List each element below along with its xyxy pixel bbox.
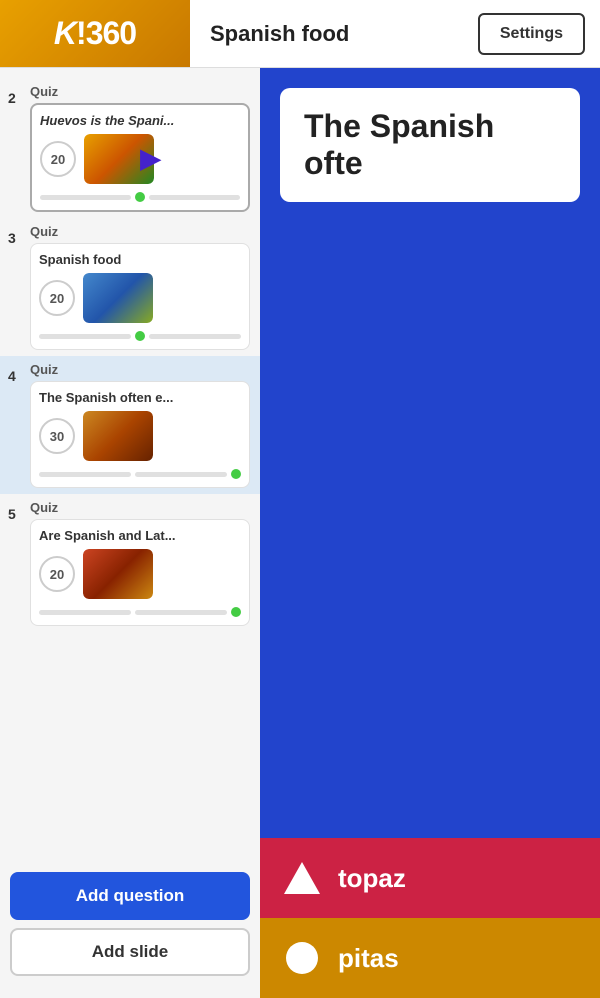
item-type-4: Quiz (30, 362, 250, 377)
item-number-2: 2 (8, 90, 16, 106)
progress-dot-4 (231, 469, 241, 479)
progress-dot-3 (135, 331, 145, 341)
quiz-card-4[interactable]: The Spanish often e... 30 (30, 381, 250, 488)
quiz-title-4: The Spanish often e... (39, 390, 241, 405)
quiz-title-5: Are Spanish and Lat... (39, 528, 241, 543)
quiz-title-3: Spanish food (39, 252, 241, 267)
quiz-body-2: 20 ▶ (40, 134, 240, 184)
quiz-body-3: 20 (39, 273, 241, 323)
logo: K!360 (54, 15, 136, 52)
quiz-title-2: Huevos is the Spani... (40, 113, 240, 128)
point-badge-2: 20 (40, 141, 76, 177)
preview-question: The Spanish ofte (280, 88, 580, 202)
bar-1 (40, 195, 131, 200)
settings-button[interactable]: Settings (478, 13, 585, 55)
sidebar-item-4[interactable]: ⧉ 🗑 4 Quiz The Spanish often e... 30 (0, 356, 260, 494)
answer-option-2: pitas (260, 918, 600, 998)
item-type-2: Quiz (30, 84, 250, 99)
thumb-image-3 (83, 273, 153, 323)
bar-3 (39, 334, 131, 339)
item-number-5: 5 (8, 506, 16, 522)
add-question-button[interactable]: Add question (10, 872, 250, 920)
point-badge-5: 20 (39, 556, 75, 592)
answer-shape-circle (284, 940, 320, 976)
item-number-4: 4 (8, 368, 16, 384)
preview-pane: The Spanish ofte topaz pitas (260, 68, 600, 998)
item-type-3: Quiz (30, 224, 250, 239)
quiz-thumbnail-5 (83, 549, 153, 599)
bar-2 (149, 195, 240, 200)
main-layout: ⧉ 🗑 2 Quiz Huevos is the Spani... 20 ▶ (0, 68, 600, 998)
item-type-5: Quiz (30, 500, 250, 515)
bar-7 (39, 610, 131, 615)
triangle-icon (284, 862, 320, 894)
bar-5 (39, 472, 131, 477)
bar-8 (135, 610, 227, 615)
quiz-card-2[interactable]: Huevos is the Spani... 20 ▶ (30, 103, 250, 212)
quiz-bars-3 (39, 331, 241, 341)
thumb-image-2 (84, 134, 154, 184)
sidebar-item-3[interactable]: 3 Quiz Spanish food 20 (0, 218, 260, 356)
add-buttons-area: Add question Add slide (0, 860, 260, 988)
item-number-3: 3 (8, 230, 16, 246)
quiz-body-4: 30 (39, 411, 241, 461)
answer-text-2: pitas (338, 943, 399, 974)
quiz-card-5[interactable]: Are Spanish and Lat... 20 (30, 519, 250, 626)
quiz-card-3[interactable]: Spanish food 20 (30, 243, 250, 350)
bar-4 (149, 334, 241, 339)
answer-text-1: topaz (338, 863, 406, 894)
progress-dot-2 (135, 192, 145, 202)
point-badge-3: 20 (39, 280, 75, 316)
quiz-bars-4 (39, 469, 241, 479)
quiz-bars-2 (40, 192, 240, 202)
add-slide-button[interactable]: Add slide (10, 928, 250, 976)
bar-6 (135, 472, 227, 477)
quiz-thumbnail-3 (83, 273, 153, 323)
logo-area: K!360 (0, 0, 190, 67)
thumb-image-5 (83, 549, 153, 599)
answer-option-1: topaz (260, 838, 600, 918)
sidebar-item-5[interactable]: 5 Quiz Are Spanish and Lat... 20 (0, 494, 260, 632)
quiz-thumbnail-2 (84, 134, 154, 184)
header: K!360 Spanish food Settings (0, 0, 600, 68)
quiz-thumbnail-4 (83, 411, 153, 461)
point-badge-4: 30 (39, 418, 75, 454)
sidebar-item-2[interactable]: ⧉ 🗑 2 Quiz Huevos is the Spani... 20 ▶ (0, 78, 260, 218)
quiz-bars-5 (39, 607, 241, 617)
thumb-image-4 (83, 411, 153, 461)
preview-answers: topaz pitas (260, 838, 600, 998)
sidebar: ⧉ 🗑 2 Quiz Huevos is the Spani... 20 ▶ (0, 68, 260, 998)
quiz-body-5: 20 (39, 549, 241, 599)
page-title: Spanish food (190, 21, 478, 47)
progress-dot-5 (231, 607, 241, 617)
circle-icon (286, 942, 318, 974)
answer-shape-triangle (284, 860, 320, 896)
